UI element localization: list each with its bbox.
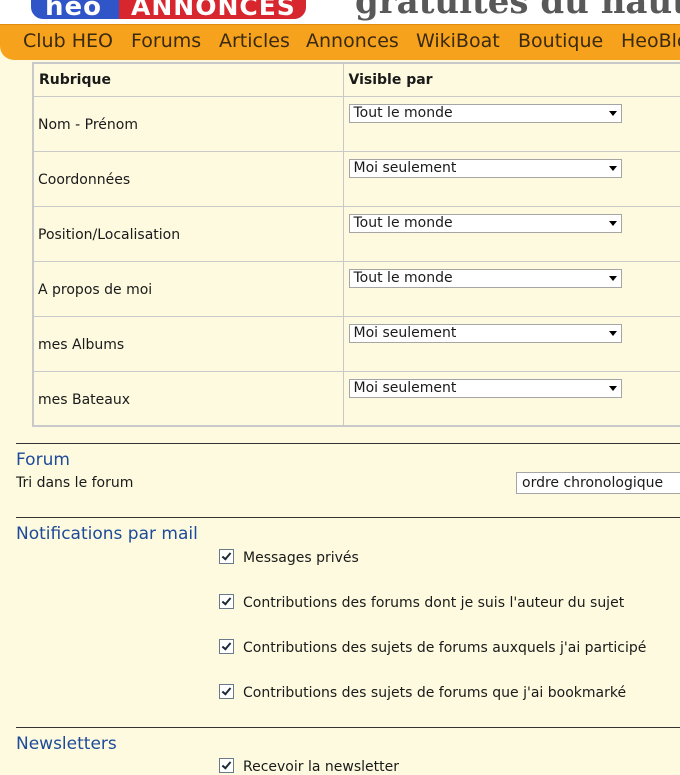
visibility-select-nom-prenom[interactable]: Tout le monde (348, 103, 622, 123)
checkbox-sujets-participe[interactable] (219, 639, 234, 654)
dropdown-arrow-icon (608, 275, 617, 281)
checkbox-newsletter[interactable] (219, 758, 234, 773)
checkmark-icon (221, 759, 232, 770)
row-label: Coordonnées (32, 150, 344, 207)
heo-annonces-logo[interactable]: heo ANNONCES (31, 0, 306, 19)
visibility-select-albums[interactable]: Moi seulement (348, 323, 622, 343)
nav-club-heo[interactable]: Club HEO (23, 30, 113, 52)
dropdown-arrow-icon (608, 220, 617, 226)
dropdown-arrow-icon (608, 110, 617, 116)
checkbox-label: Contributions des sujets de forums auxqu… (243, 640, 647, 656)
nav-forums[interactable]: Forums (131, 30, 201, 52)
table-row: Position/Localisation Tout le monde (32, 205, 680, 262)
col-visible-par: Visible par (342, 62, 680, 97)
logo-annonces-text: ANNONCES (131, 0, 296, 19)
row-label: mes Albums (32, 315, 344, 372)
logo-heo-text: heo (45, 0, 103, 19)
checkbox-label: Recevoir la newsletter (243, 759, 399, 775)
checkbox-label: Contributions des forums dont je suis l'… (243, 595, 625, 611)
checkbox-sujets-bookmarke[interactable] (219, 684, 234, 699)
privacy-table-header: Rubrique Visible par (32, 62, 680, 97)
row-label: mes Bateaux (32, 370, 344, 427)
header-headline: gratuites du nautisme (355, 0, 680, 22)
nav-boutique[interactable]: Boutique (518, 30, 603, 52)
forum-sort-label: Tri dans le forum (16, 475, 134, 491)
checkmark-icon (221, 595, 232, 606)
nav-heoblogs[interactable]: HeoBlogs (621, 30, 680, 52)
select-value: Moi seulement (353, 159, 457, 176)
section-divider (16, 727, 680, 728)
table-row: Coordonnées Moi seulement (32, 150, 680, 207)
nav-wikiboat[interactable]: WikiBoat (416, 30, 500, 52)
checkmark-icon (221, 685, 232, 696)
privacy-table: Rubrique Visible par Nom - Prénom Tout l… (32, 62, 680, 427)
main-nav: Club HEO Forums Articles Annonces WikiBo… (0, 24, 680, 60)
select-value: Tout le monde (353, 104, 453, 121)
checkbox-label: Contributions des sujets de forums que j… (243, 685, 627, 701)
dropdown-arrow-icon (608, 330, 617, 336)
checkbox-label: Messages privés (243, 550, 359, 566)
visibility-select-position[interactable]: Tout le monde (348, 213, 622, 233)
row-label: A propos de moi (32, 260, 344, 317)
table-row: A propos de moi Tout le monde (32, 260, 680, 317)
select-value: ordre chronologique (522, 475, 664, 491)
select-value: Moi seulement (353, 379, 457, 396)
visibility-select-coordonnees[interactable]: Moi seulement (348, 158, 622, 178)
checkmark-icon (221, 640, 232, 651)
select-value: Moi seulement (353, 324, 457, 341)
visibility-select-a-propos[interactable]: Tout le monde (348, 268, 622, 288)
site-header: heo ANNONCES gratuites du nautisme (0, 0, 680, 24)
checkbox-messages-prives[interactable] (219, 549, 234, 564)
select-value: Tout le monde (353, 214, 453, 231)
section-divider (16, 517, 680, 518)
newsletters-section-title: Newsletters (16, 734, 117, 754)
dropdown-arrow-icon (608, 165, 617, 171)
checkmark-icon (221, 550, 232, 561)
forum-sort-select[interactable]: ordre chronologique (516, 472, 680, 494)
table-row: Nom - Prénom Tout le monde (32, 95, 680, 152)
forum-section-title: Forum (16, 450, 70, 470)
dropdown-arrow-icon (608, 385, 617, 391)
nav-annonces[interactable]: Annonces (306, 30, 399, 52)
notifications-section-title: Notifications par mail (16, 524, 198, 544)
checkbox-forums-auteur[interactable] (219, 594, 234, 609)
row-label: Position/Localisation (32, 205, 344, 262)
table-row: mes Bateaux Moi seulement (32, 370, 680, 427)
select-value: Tout le monde (353, 269, 453, 286)
row-label: Nom - Prénom (32, 95, 344, 152)
section-divider (16, 443, 680, 444)
logo-annonces-band: ANNONCES (119, 0, 306, 19)
col-rubrique: Rubrique (32, 62, 344, 97)
nav-articles[interactable]: Articles (219, 30, 290, 52)
table-row: mes Albums Moi seulement (32, 315, 680, 372)
visibility-select-bateaux[interactable]: Moi seulement (348, 378, 622, 398)
